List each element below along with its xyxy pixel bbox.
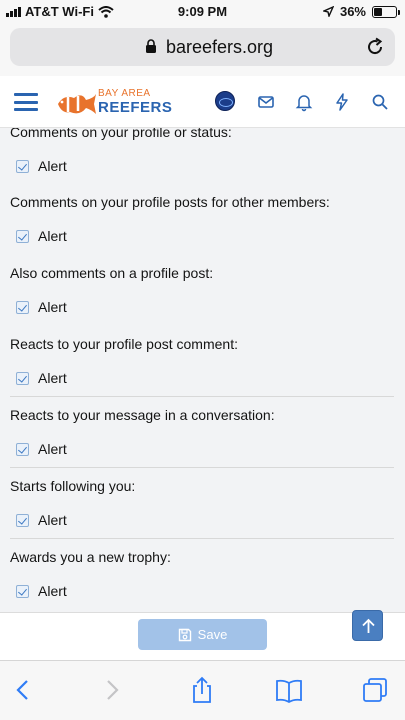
alert-checkbox[interactable] (16, 159, 29, 173)
form-footer: Save (0, 612, 405, 660)
alert-group-title: Starts following you: (10, 478, 136, 494)
arrow-up-icon (362, 618, 375, 633)
alert-option-label: Alert (38, 583, 67, 599)
site-logo[interactable]: BAY AREA REEFERS (54, 86, 172, 120)
alert-group: Starts following you: Alert (10, 478, 394, 528)
lightning-bolt-icon[interactable] (332, 92, 352, 112)
alert-option[interactable]: Alert (16, 370, 394, 386)
alert-group: Comments on your profile or status: Aler… (10, 128, 394, 174)
alert-group-title: Also comments on a profile post: (10, 265, 214, 281)
divider (10, 467, 394, 468)
location-arrow-icon (322, 6, 334, 17)
alert-group-title: Reacts to your profile post comment: (10, 336, 238, 352)
site-header: BAY AREA REEFERS (0, 76, 405, 128)
alert-group: Comments on your profile posts for other… (10, 194, 394, 244)
battery-percent: 36% (339, 4, 366, 19)
alert-checkbox[interactable] (16, 229, 29, 243)
reload-icon[interactable] (365, 37, 385, 57)
alert-preferences: Comments on your profile or status: Aler… (0, 128, 405, 612)
status-right: 36% (322, 4, 400, 19)
alert-group: Also comments on a profile post: Alert (10, 265, 394, 315)
alert-group-title: Comments on your profile or status: (10, 128, 232, 140)
user-avatar[interactable] (215, 91, 235, 111)
forward-icon[interactable] (97, 675, 127, 705)
alert-checkbox[interactable] (16, 513, 29, 527)
alert-group: Reacts to your message in a conversation… (10, 407, 394, 457)
alert-option[interactable]: Alert (16, 583, 394, 599)
bell-icon[interactable] (294, 92, 314, 112)
alert-option-label: Alert (38, 441, 67, 457)
share-icon[interactable] (187, 675, 217, 705)
back-icon[interactable] (8, 675, 38, 705)
alert-option-label: Alert (38, 370, 67, 386)
tabs-icon[interactable] (360, 675, 390, 705)
alert-group-title: Reacts to your message in a conversation… (10, 407, 275, 423)
alert-group: Awards you a new trophy: Alert (10, 549, 394, 599)
alert-option-label: Alert (38, 158, 67, 174)
status-bar: AT&T Wi-Fi 9:09 PM 36% (0, 0, 405, 24)
scroll-to-top-button[interactable] (352, 610, 383, 641)
alert-group-title: Awards you a new trophy: (10, 549, 171, 565)
alert-group-title: Comments on your profile posts for other… (10, 194, 330, 210)
browser-toolbar (0, 660, 405, 720)
alert-checkbox[interactable] (16, 442, 29, 456)
divider (10, 538, 394, 539)
alert-checkbox[interactable] (16, 300, 29, 314)
alert-option[interactable]: Alert (16, 441, 394, 457)
alert-option[interactable]: Alert (16, 299, 394, 315)
logo-text-bottom: REEFERS (98, 99, 173, 116)
save-button[interactable]: Save (138, 619, 267, 650)
save-button-label: Save (197, 627, 228, 642)
alert-group: Reacts to your profile post comment: Ale… (10, 336, 394, 386)
bookmarks-icon[interactable] (274, 675, 304, 705)
alert-checkbox[interactable] (16, 371, 29, 385)
search-icon[interactable] (370, 92, 390, 112)
alert-option[interactable]: Alert (16, 158, 394, 174)
alert-option-label: Alert (38, 512, 67, 528)
logo-text-top: BAY AREA (98, 88, 151, 99)
alert-option[interactable]: Alert (16, 228, 394, 244)
divider (10, 396, 394, 397)
alert-option[interactable]: Alert (16, 512, 394, 528)
lock-icon (146, 39, 156, 53)
inbox-icon[interactable] (256, 92, 276, 112)
url-text[interactable]: bareefers.org (166, 37, 273, 58)
clownfish-logo-icon (58, 94, 96, 114)
floppy-disk-icon (178, 628, 191, 641)
alert-option-label: Alert (38, 299, 67, 315)
battery-icon (372, 5, 400, 18)
browser-address-area: bareefers.org (0, 24, 405, 76)
alert-checkbox[interactable] (16, 584, 29, 598)
alert-option-label: Alert (38, 228, 67, 244)
address-bar[interactable]: bareefers.org (10, 28, 395, 66)
menu-icon[interactable] (14, 93, 38, 111)
